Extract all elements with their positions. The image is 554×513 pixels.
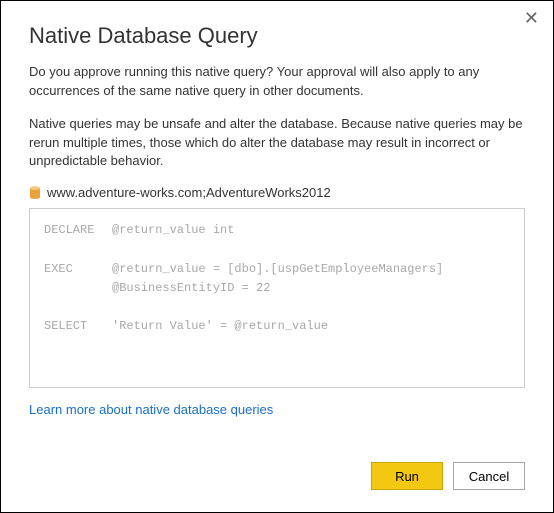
sql-text: @return_value int (112, 223, 234, 237)
warning-text: Native queries may be unsafe and alter t… (29, 115, 525, 172)
sql-text: 'Return Value' = @return_value (112, 319, 328, 333)
run-button[interactable]: Run (371, 462, 443, 490)
database-icon (29, 186, 41, 200)
dialog-content: Native Database Query Do you approve run… (1, 1, 553, 419)
sql-keyword: EXEC (44, 260, 112, 279)
sql-keyword: SELECT (44, 317, 112, 336)
dialog-footer: Run Cancel (371, 462, 525, 490)
approval-text: Do you approve running this native query… (29, 63, 525, 101)
database-label: www.adventure-works.com;AdventureWorks20… (47, 185, 331, 200)
close-button[interactable]: ✕ (524, 9, 539, 27)
dialog-title: Native Database Query (29, 23, 525, 49)
learn-more-link[interactable]: Learn more about native database queries (29, 402, 273, 417)
sql-text: @BusinessEntityID = 22 (112, 281, 270, 295)
sql-keyword: DECLARE (44, 221, 112, 240)
sql-text: @return_value = [dbo].[uspGetEmployeeMan… (112, 262, 443, 276)
cancel-button[interactable]: Cancel (453, 462, 525, 490)
query-preview: DECLARE@return_value int EXEC@return_val… (29, 208, 525, 388)
database-row: www.adventure-works.com;AdventureWorks20… (29, 185, 525, 200)
